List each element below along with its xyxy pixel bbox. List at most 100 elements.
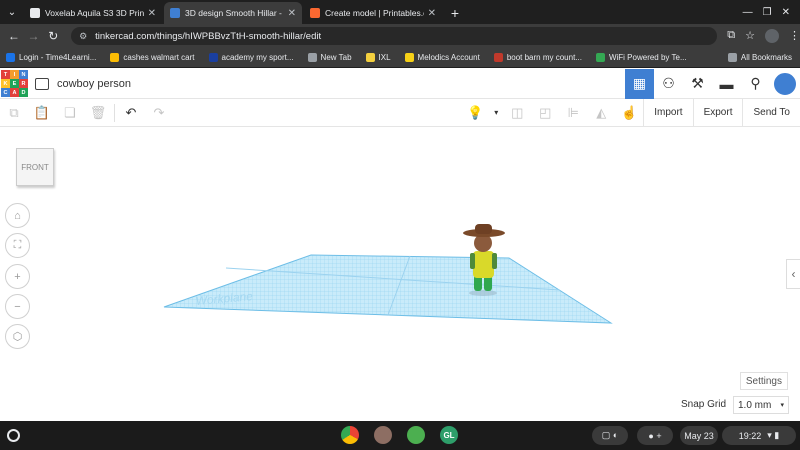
shelf-app-icon[interactable] [374, 426, 392, 444]
bookmark-item[interactable]: IXL [365, 53, 391, 62]
redo-icon[interactable]: ↷ [145, 99, 173, 127]
bookmark-item[interactable]: cashes walmart cart [110, 53, 195, 62]
bookmark-star-icon[interactable]: ☆ [745, 29, 755, 43]
tab-title: Voxelab Aquila S3 3D Printer [45, 8, 144, 18]
close-tab-icon[interactable]: ✕ [428, 8, 436, 19]
os-shelf: GL ▢ ◐ ● + May 23 19:22 ▾ ▮ [0, 421, 800, 450]
sim-lab-icon[interactable]: ▬ [712, 69, 741, 99]
restore-icon[interactable]: ❐ [763, 7, 772, 18]
export-button[interactable]: Export [692, 98, 743, 127]
close-tab-icon[interactable]: ✕ [148, 8, 156, 19]
bookmark-favicon [110, 53, 120, 62]
view-cube[interactable]: FRONT [16, 148, 54, 186]
home-view-icon[interactable]: ⌂ [5, 203, 30, 228]
browser-menu-icon[interactable]: ⋮ [789, 29, 800, 43]
browser-toolbar: ← → ↻ ⚙ tinkercad.com/things/hIWPBBvzTtH… [0, 24, 800, 48]
bookmark-item[interactable]: academy my sport... [208, 53, 294, 62]
bricks-view-icon[interactable]: ⚒ [683, 69, 712, 99]
design-title[interactable]: cowboy person [57, 78, 131, 90]
bookmark-item[interactable]: WiFi Powered by Te... [595, 53, 687, 62]
paste-icon[interactable]: 📋 [28, 99, 56, 127]
notes-dropdown-icon[interactable]: ▾ [489, 99, 503, 127]
new-tab-button[interactable]: + [444, 2, 466, 24]
bookmark-favicon [6, 53, 15, 62]
close-window-icon[interactable]: ✕ [782, 7, 790, 18]
forward-icon[interactable]: → [24, 29, 44, 43]
browser-tab-0[interactable]: Voxelab Aquila S3 3D Printer ✕ [24, 2, 162, 24]
bookmark-item[interactable]: Melodics Account [404, 53, 480, 62]
wifi-battery-icon: ▾ ▮ [767, 430, 780, 440]
design-list-icon[interactable] [35, 77, 49, 90]
divider [114, 103, 115, 122]
copy-icon[interactable]: ⧉ [0, 99, 28, 127]
capture-controls[interactable]: ● + [637, 426, 673, 445]
snap-grid-label: Snap Grid [681, 399, 727, 410]
mirror-icon[interactable]: ◭ [587, 99, 615, 127]
chrome-app-icon[interactable] [341, 426, 359, 444]
3d-design-view-icon[interactable]: ▦ [625, 68, 654, 99]
address-bar[interactable]: ⚙ tinkercad.com/things/hIWPBBvzTtH-smoot… [71, 27, 718, 45]
logo-letter: A [10, 88, 19, 97]
undo-icon[interactable]: ↶ [117, 99, 145, 127]
holding-space-icon[interactable]: ▢ ◐ [592, 426, 628, 445]
bookmark-favicon [307, 53, 317, 62]
fit-view-icon[interactable]: ⛶ [5, 233, 30, 258]
status-tray[interactable]: 19:22 ▾ ▮ [722, 426, 796, 445]
all-bookmarks-button[interactable]: All Bookmarks [727, 53, 792, 62]
ungroup-icon[interactable]: ◰ [531, 99, 559, 127]
logo-letter: D [19, 88, 28, 97]
gl-app-icon[interactable]: GL [440, 426, 458, 444]
edit-toolbar: ⧉ 📋 ❏ 🗑 ↶ ↷ 💡 ▾ ◫ ◰ ⊫ ◭ ☝ Import Export … [0, 98, 800, 127]
tinkercad-header: T I N K E R C A D cowboy person ▦ ⚇ ⚒ ▬ … [0, 68, 800, 99]
panel-toggle-chevron-icon[interactable]: ‹ [786, 259, 800, 289]
tab-search-chevron-icon[interactable]: ⌄ [0, 0, 24, 24]
edit-toolbar-right: 💡 ▾ ◫ ◰ ⊫ ◭ ☝ Import Export Send To [461, 98, 800, 127]
snap-grid-select[interactable]: 1.0 mm ▾ [733, 396, 789, 414]
cruise-icon[interactable]: ☝ [615, 99, 643, 127]
import-button[interactable]: Import [643, 98, 692, 127]
browser-tab-1[interactable]: 3D design Smooth Hillar - Tinkercad ✕ [164, 2, 302, 24]
bookmark-item[interactable]: boot barn my count... [493, 53, 582, 62]
invite-user-icon[interactable]: ⚲ [741, 69, 770, 99]
logo-letter: K [1, 79, 10, 88]
toolbar-actions: ⧉ ☆ ⋮ [727, 29, 800, 43]
bookmark-favicon [404, 53, 414, 62]
tab-favicon [30, 8, 40, 18]
send-to-button[interactable]: Send To [742, 98, 800, 127]
settings-button[interactable]: Settings [739, 372, 788, 390]
bookmark-item[interactable]: New Tab [307, 53, 352, 62]
light-bulb-icon[interactable]: 💡 [461, 99, 489, 127]
zoom-out-icon[interactable]: − [5, 294, 30, 319]
back-icon[interactable]: ← [4, 29, 24, 43]
browser-tab-2[interactable]: Create model | Printables.com ✕ [304, 2, 442, 24]
window-controls: — ❐ ✕ [743, 7, 800, 24]
workplane-canvas[interactable]: Workplane [0, 127, 800, 421]
site-info-icon[interactable]: ⚙ [79, 31, 87, 42]
perspective-icon[interactable]: ⬡ [5, 324, 30, 349]
duplicate-icon[interactable]: ❏ [56, 99, 84, 127]
shelf-app-icon[interactable] [407, 426, 425, 444]
cast-icon[interactable]: ⧉ [727, 29, 735, 43]
launcher-icon[interactable] [7, 429, 20, 442]
bookmarks-bar: Login - Time4Learni... cashes walmart ca… [0, 48, 800, 68]
date-indicator[interactable]: May 23 [680, 426, 718, 445]
profile-avatar[interactable] [764, 29, 779, 43]
zoom-in-icon[interactable]: + [5, 264, 30, 289]
3d-workspace[interactable]: Workplane FRONT ⌂ ⛶ + − ⬡ ‹ Settings Sna… [0, 127, 800, 421]
reload-icon[interactable]: ↻ [43, 29, 63, 43]
user-avatar[interactable] [772, 70, 798, 97]
close-tab-icon[interactable]: ✕ [288, 8, 296, 19]
delete-icon[interactable]: 🗑 [84, 99, 112, 127]
logo-letter: N [19, 70, 28, 79]
tinkercad-logo[interactable]: T I N K E R C A D [1, 70, 28, 97]
minimize-icon[interactable]: — [743, 7, 753, 18]
blocks-view-icon[interactable]: ⚇ [654, 69, 683, 99]
align-icon[interactable]: ⊫ [559, 99, 587, 127]
group-icon[interactable]: ◫ [503, 99, 531, 127]
bookmark-favicon [595, 53, 605, 62]
bookmark-favicon [365, 53, 375, 62]
snap-grid-value: 1.0 mm [738, 399, 772, 411]
logo-letter: E [10, 79, 19, 88]
bookmark-item[interactable]: Login - Time4Learni... [6, 53, 96, 62]
clock-time: 19:22 [738, 430, 762, 441]
